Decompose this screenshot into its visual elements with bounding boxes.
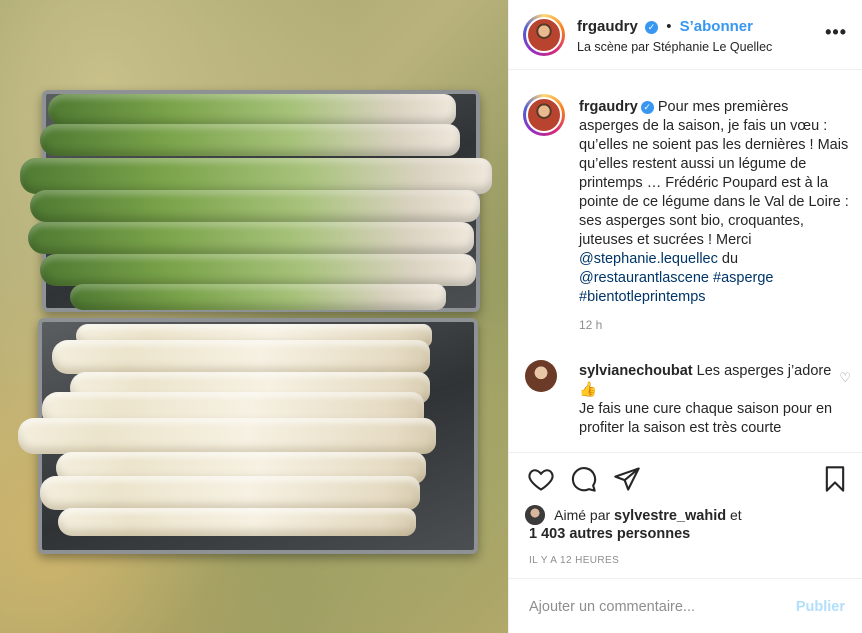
mention-link[interactable]: @restaurantlascene (579, 270, 709, 286)
author-avatar[interactable] (523, 14, 565, 56)
caption-timestamp[interactable]: 12 h (579, 318, 602, 332)
caption-author-avatar[interactable] (523, 94, 565, 136)
verified-badge-icon: ✓ (640, 101, 654, 114)
green-asparagus-spear (28, 222, 474, 254)
post-location[interactable]: La scène par Stéphanie Le Quellec (577, 40, 772, 54)
green-asparagus-spear (20, 158, 492, 194)
share-paper-plane-icon[interactable] (613, 465, 641, 493)
post-actions: Aimé par sylvestre_wahid et 1 403 autres… (509, 452, 862, 576)
more-options-icon[interactable]: ••• (825, 22, 847, 43)
green-asparagus-spear (48, 94, 456, 126)
mention-link[interactable]: @stephanie.lequellec (579, 251, 718, 267)
white-asparagus-spear (52, 340, 430, 374)
commenter-username[interactable]: sylvianechoubat (579, 363, 693, 379)
add-comment-bar: Ajouter un commentaire... Publier (509, 578, 862, 633)
post-sidebar: frgaudry ✓ • S’abonner La scène par Stép… (508, 0, 862, 633)
like-comment-heart-icon[interactable]: ♡ (839, 370, 851, 386)
publish-button[interactable]: Publier (796, 599, 845, 615)
caption-username[interactable]: frgaudry (579, 99, 638, 115)
post-header: frgaudry ✓ • S’abonner La scène par Stép… (509, 0, 862, 70)
caption-connector: du (717, 251, 739, 267)
caption-body: Pour mes premières asperges de la saison… (579, 99, 849, 248)
comment-text: Je fais une cure chaque saison pour en p… (579, 401, 833, 436)
green-asparagus-spear (30, 190, 480, 222)
white-asparagus-spear (18, 418, 436, 454)
verified-badge-icon: ✓ (645, 21, 659, 34)
green-asparagus-spear (40, 254, 476, 286)
white-asparagus-spear (58, 508, 416, 536)
commenter-avatar[interactable] (525, 360, 557, 392)
green-asparagus-spear (40, 124, 460, 156)
hashtag-link[interactable]: #bientotleprintemps (579, 289, 706, 305)
liker-avatar[interactable] (525, 505, 545, 525)
white-asparagus-spear (40, 476, 420, 510)
green-asparagus-spear (70, 284, 446, 310)
comment-bubble-icon[interactable] (569, 465, 597, 493)
post-photo[interactable] (0, 0, 508, 633)
post-age[interactable]: IL Y A 12 HEURES (529, 555, 619, 566)
likes-count[interactable]: 1 403 autres personnes (529, 526, 690, 542)
follow-button[interactable]: S’abonner (680, 18, 753, 35)
like-heart-icon[interactable] (527, 465, 555, 493)
separator-dot: • (666, 18, 672, 35)
liked-by-prefix: Aimé par (554, 507, 611, 523)
liker-username[interactable]: sylvestre_wahid (614, 508, 726, 524)
author-username[interactable]: frgaudry (577, 18, 638, 35)
comment-input[interactable]: Ajouter un commentaire... (529, 599, 695, 615)
save-bookmark-icon[interactable] (821, 465, 849, 493)
liked-by: Aimé par sylvestre_wahid et (525, 505, 742, 525)
hashtag-link[interactable]: #asperge (713, 270, 773, 286)
liked-by-suffix: et (729, 507, 742, 523)
